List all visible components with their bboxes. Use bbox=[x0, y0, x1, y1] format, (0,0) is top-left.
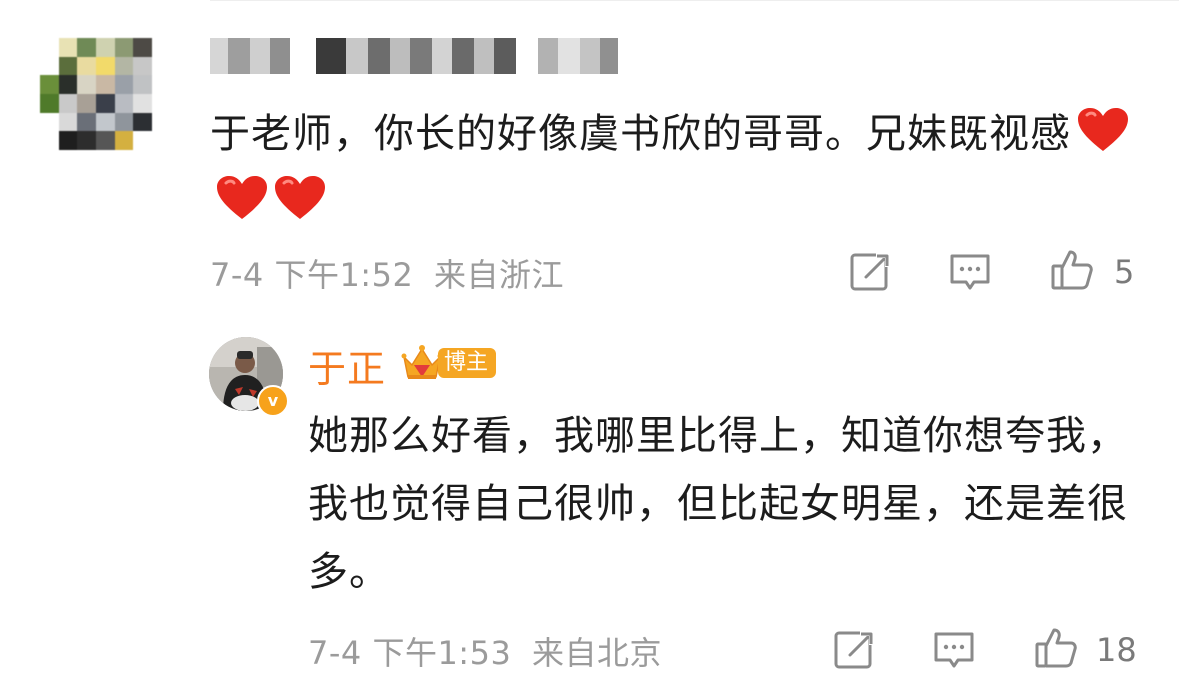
commenter-avatar[interactable] bbox=[40, 38, 152, 150]
commenter-name-blurred[interactable] bbox=[210, 38, 618, 74]
heart-icon bbox=[1078, 108, 1128, 151]
heart-icon bbox=[275, 176, 325, 219]
top-divider bbox=[210, 0, 1179, 1]
comment-text: 于老师，你长的好像虞书欣的哥哥。兄妹既视感 bbox=[210, 111, 1071, 157]
reply-meta: 7-4 下午1:53 来自北京 bbox=[308, 628, 662, 674]
reply-username[interactable]: 于正 bbox=[308, 338, 386, 393]
reply-like-count: 18 bbox=[1096, 631, 1137, 669]
comment-location: 来自浙江 bbox=[433, 256, 564, 294]
verified-badge: v bbox=[257, 385, 289, 417]
heart-icon bbox=[217, 176, 267, 219]
author-badge-label: 博主 bbox=[438, 348, 497, 378]
comment-body: 于老师，你长的好像虞书欣的哥哥。兄妹既视感 bbox=[210, 100, 1130, 236]
like-icon[interactable] bbox=[1050, 248, 1094, 292]
reply-location: 来自北京 bbox=[531, 634, 662, 672]
comment-icon[interactable] bbox=[948, 250, 992, 294]
reply-time: 7-4 下午1:53 bbox=[308, 634, 512, 672]
share-icon[interactable] bbox=[832, 627, 876, 671]
comment-meta: 7-4 下午1:52 来自浙江 bbox=[210, 250, 564, 296]
author-badge: 博主 bbox=[400, 343, 497, 383]
comment-like-count: 5 bbox=[1114, 253, 1135, 291]
share-icon[interactable] bbox=[848, 249, 892, 293]
reply-body: 她那么好看，我哪里比得上，知道你想夸我，我也觉得自己很帅，但比起女明星，还是差很… bbox=[308, 413, 1128, 595]
like-icon[interactable] bbox=[1034, 626, 1078, 670]
comment-time: 7-4 下午1:52 bbox=[210, 256, 414, 294]
comment-icon[interactable] bbox=[932, 628, 976, 672]
